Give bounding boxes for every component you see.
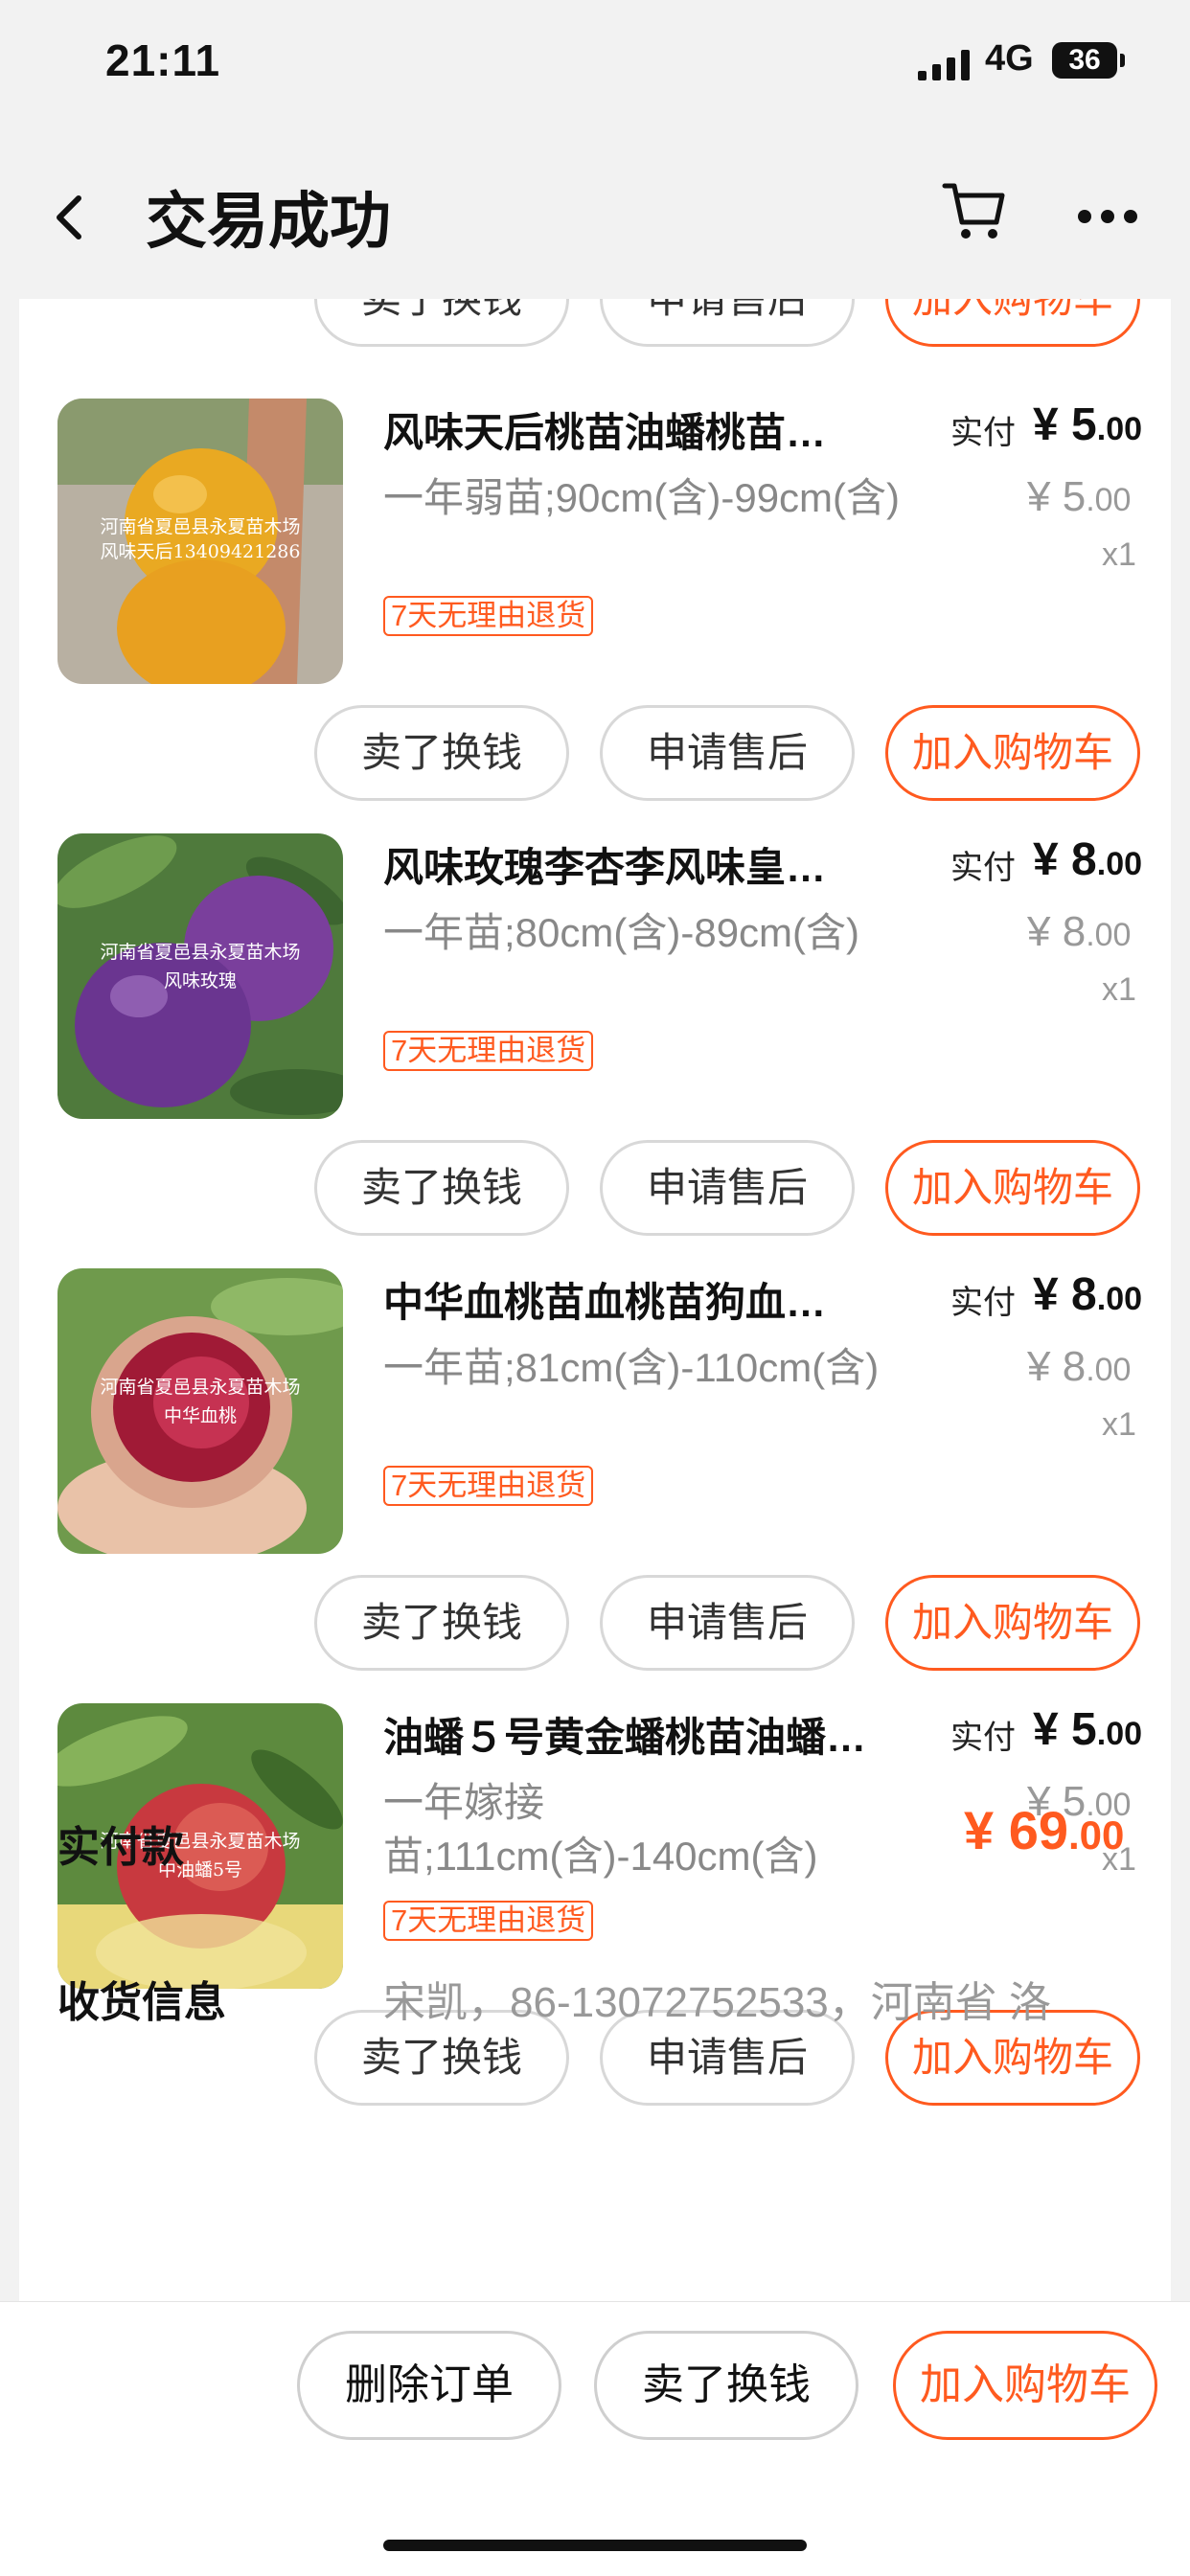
quantity: x1 [1102, 971, 1136, 1008]
product-name[interactable]: 风味玫瑰李杏李风味皇… [383, 835, 901, 894]
order-card: 卖了换钱 申请售后 加入购物车 河南省夏邑县永夏苗木场 风味天后13409421… [19, 299, 1171, 2301]
paid-price: ¥ 5.00 [1033, 1704, 1143, 1755]
quantity: x1 [1102, 1406, 1136, 1443]
order-item[interactable]: 河南省夏邑县永夏苗木场 风味玫瑰 风味玫瑰李杏李风味皇… 实付 ¥ 8.00 一… [19, 833, 1171, 1268]
item-actions: 卖了换钱 申请售后 加入购物车 [19, 705, 1171, 801]
sell-button[interactable]: 卖了换钱 [594, 2331, 858, 2440]
image-watermark: 河南省夏邑县永夏苗木场 [100, 942, 300, 963]
order-item[interactable]: 河南省夏邑县永夏苗木场 中华血桃 中华血桃苗血桃苗狗血… 实付 ¥ 8.00 一… [19, 1268, 1171, 1703]
more-icon[interactable] [1077, 209, 1138, 224]
original-price: ¥ 8.00 [1027, 1343, 1132, 1390]
receiver-label: 收货信息 [57, 1979, 226, 2026]
product-image[interactable]: 河南省夏邑县永夏苗木场 风味天后13409421286 [57, 399, 343, 684]
status-time: 21:11 [105, 35, 221, 85]
quantity: x1 [1102, 536, 1136, 573]
product-name[interactable]: 油蟠５号黄金蟠桃苗油蟠… [383, 1705, 901, 1764]
signal-icon [918, 50, 970, 80]
network-type: 4G [985, 38, 1034, 79]
bottom-action-bar: 删除订单 卖了换钱 加入购物车 [0, 2301, 1190, 2576]
paid-label: 实付 [950, 415, 1016, 451]
receiver-info: 宋凯，86-13072752533，河南省 洛 [383, 1979, 1051, 2026]
image-watermark: 河南省夏邑县永夏苗木场 [100, 516, 300, 537]
after-sale-button[interactable]: 申请售后 [600, 299, 855, 347]
return-policy-badge: 7天无理由退货 [383, 1466, 594, 1506]
battery-icon: 36 [1052, 42, 1125, 79]
after-sale-button[interactable]: 申请售后 [600, 1575, 855, 1671]
order-item[interactable]: 河南省夏邑县永夏苗木场 风味天后13409421286 风味天后桃苗油蟠桃苗… … [19, 399, 1171, 833]
image-watermark: 风味天后13409421286 [101, 541, 301, 562]
paid-price: ¥ 8.00 [1033, 1269, 1143, 1320]
add-to-cart-button[interactable]: 加入购物车 [885, 1575, 1140, 1671]
paid-label: 实付 [950, 1285, 1016, 1321]
paid-label: 实付 [950, 1720, 1016, 1756]
sell-button[interactable]: 卖了换钱 [314, 1575, 569, 1671]
paid-price: ¥ 5.00 [1033, 399, 1143, 450]
previous-item-actions: 卖了换钱 申请售后 加入购物车 [19, 299, 1171, 347]
after-sale-button[interactable]: 申请售后 [600, 1140, 855, 1236]
add-to-cart-button[interactable]: 加入购物车 [885, 1140, 1140, 1236]
return-policy-badge: 7天无理由退货 [383, 1901, 594, 1941]
product-name[interactable]: 风味天后桃苗油蟠桃苗… [383, 400, 901, 459]
home-indicator[interactable] [383, 2540, 807, 2551]
after-sale-button[interactable]: 申请售后 [600, 705, 855, 801]
item-actions: 卖了换钱 申请售后 加入购物车 [19, 1140, 1171, 1236]
original-price: ¥ 5.00 [1027, 473, 1132, 520]
product-spec: 一年苗;81cm(含)-110cm(含) [383, 1345, 880, 1390]
paid-price: ¥ 8.00 [1033, 834, 1143, 885]
image-watermark: 河南省夏邑县永夏苗木场 [100, 1377, 300, 1398]
page-title: 交易成功 [146, 187, 391, 256]
product-spec: 一年弱苗;90cm(含)-99cm(含) [383, 475, 901, 520]
sell-button[interactable]: 卖了换钱 [314, 299, 569, 347]
total-paid-label: 实付款 [57, 1824, 184, 1871]
order-item[interactable]: 河南省夏邑县永夏苗木场 中油蟠5号 油蟠５号黄金蟠桃苗油蟠… 实付 ¥ 5.00… [19, 1703, 1171, 2138]
original-price: ¥ 8.00 [1027, 908, 1132, 955]
status-bar: 21:11 4G 36 [0, 0, 1190, 134]
sell-button[interactable]: 卖了换钱 [314, 705, 569, 801]
nav-bar: 交易成功 [0, 134, 1190, 299]
item-actions: 卖了换钱 申请售后 加入购物车 [19, 1575, 1171, 1671]
image-watermark: 风味玫瑰 [164, 970, 237, 992]
return-policy-badge: 7天无理由退货 [383, 1031, 594, 1071]
product-image[interactable]: 河南省夏邑县永夏苗木场 风味玫瑰 [57, 833, 343, 1119]
paid-label: 实付 [950, 850, 1016, 886]
return-policy-badge: 7天无理由退货 [383, 596, 594, 636]
add-to-cart-button[interactable]: 加入购物车 [893, 2331, 1157, 2440]
add-to-cart-button[interactable]: 加入购物车 [885, 299, 1140, 347]
product-image[interactable]: 河南省夏邑县永夏苗木场 中华血桃 [57, 1268, 343, 1554]
back-arrow-icon[interactable] [50, 194, 88, 241]
cart-icon[interactable] [941, 176, 1008, 243]
product-name[interactable]: 中华血桃苗血桃苗狗血… [383, 1270, 901, 1329]
image-watermark: 中华血桃 [164, 1405, 237, 1426]
total-paid-amount: ¥ 69.00 [964, 1800, 1125, 1860]
add-to-cart-button[interactable]: 加入购物车 [885, 705, 1140, 801]
sell-button[interactable]: 卖了换钱 [314, 1140, 569, 1236]
delete-order-button[interactable]: 删除订单 [297, 2331, 561, 2440]
product-spec: 一年嫁接苗;111cm(含)-140cm(含) [383, 1780, 818, 1879]
product-spec: 一年苗;80cm(含)-89cm(含) [383, 910, 860, 955]
